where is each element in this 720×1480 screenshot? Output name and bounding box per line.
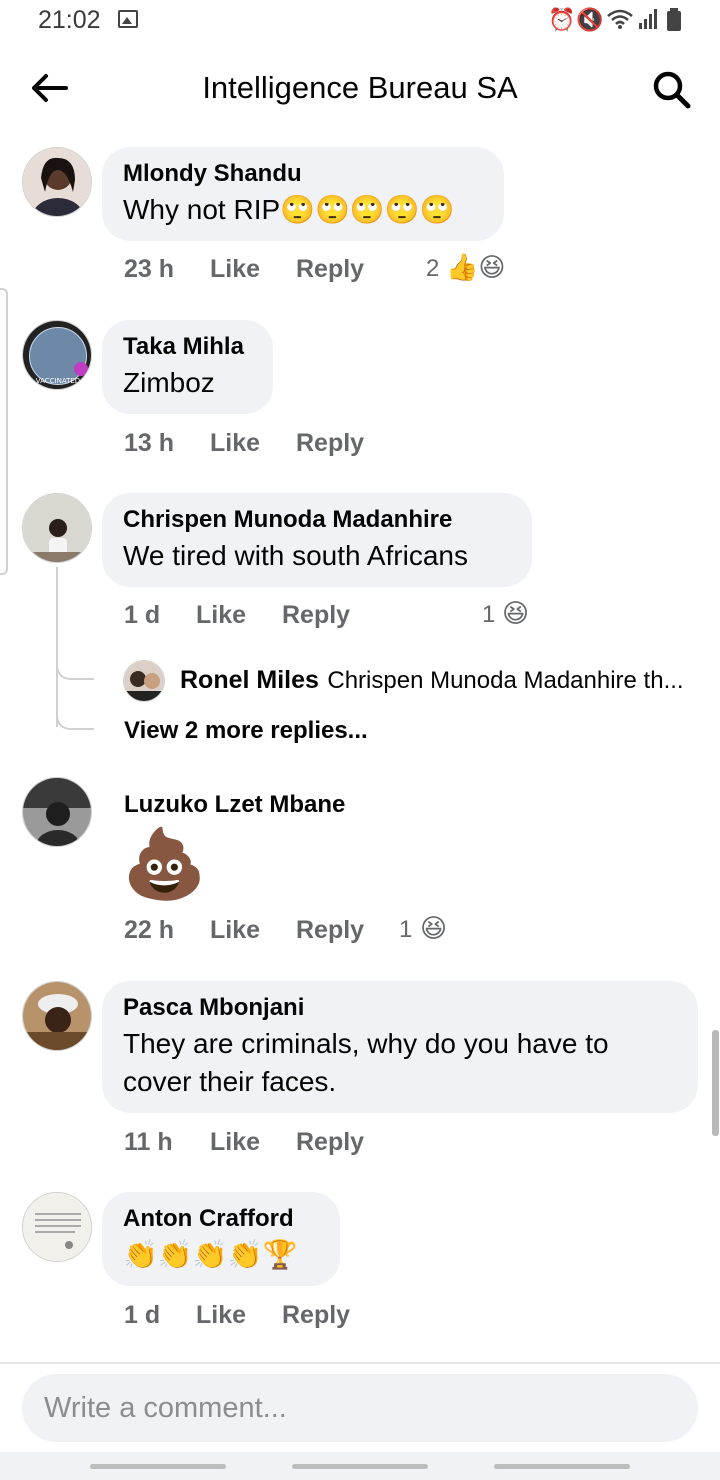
like-button[interactable]: Like: [210, 428, 260, 458]
reaction-count[interactable]: 1: [482, 600, 495, 630]
reply-button[interactable]: Reply: [282, 600, 350, 630]
comment-text: Zimboz: [123, 367, 215, 398]
comment-author[interactable]: Mlondy Shandu: [123, 159, 484, 189]
like-button[interactable]: Like: [210, 1127, 260, 1157]
alarm-icon: ⏰: [548, 7, 576, 32]
reply-preview[interactable]: Ronel Miles Chrispen Munoda Madanhire th…: [180, 666, 704, 698]
comment-author[interactable]: Luzuko Lzet Mbane: [124, 790, 345, 820]
avatar[interactable]: VACCINATED: [22, 320, 92, 390]
comment-time: 1 d: [124, 601, 161, 629]
thread-connector: [56, 690, 94, 730]
like-button[interactable]: Like: [196, 1300, 246, 1330]
like-haha-reaction-icons[interactable]: 👍😆: [446, 252, 505, 282]
nav-home-button[interactable]: [292, 1464, 428, 1469]
comment-time: 11 h: [124, 1128, 173, 1156]
search-icon: [653, 71, 691, 109]
reply-button[interactable]: Reply: [296, 428, 364, 458]
like-button[interactable]: Like: [196, 600, 246, 630]
reply-author[interactable]: Ronel Miles: [180, 666, 319, 694]
comment-author[interactable]: Pasca Mbonjani: [123, 993, 678, 1023]
comment-time: 13 h: [124, 429, 175, 457]
drawer-edge-handle[interactable]: [0, 288, 8, 575]
comment-actions: 13 h Like Reply: [124, 428, 424, 460]
avatar[interactable]: [22, 493, 92, 563]
comment-time: 23 h: [124, 255, 175, 283]
comment-bubble[interactable]: Anton Crafford 👏👏👏👏🏆: [102, 1192, 340, 1286]
comment-bubble[interactable]: Chrispen Munoda Madanhire We tired with …: [102, 493, 532, 587]
comment-input[interactable]: Write a comment...: [22, 1374, 698, 1442]
search-button[interactable]: [650, 68, 694, 112]
comment-text: Why not RIP🙄🙄🙄🙄🙄: [123, 194, 455, 225]
like-button[interactable]: Like: [210, 254, 260, 284]
wifi-icon: [606, 8, 634, 30]
thread-connector: [56, 640, 94, 680]
comment-text: We tired with south Africans: [123, 540, 468, 571]
signal-icon: [638, 8, 660, 30]
avatar[interactable]: [22, 1192, 92, 1262]
comment-actions: 1 d Like Reply: [124, 1300, 424, 1332]
reaction-count[interactable]: 1: [399, 915, 412, 945]
avatar[interactable]: [22, 147, 92, 217]
comment-actions: 22 h Like Reply 1 😆: [124, 913, 464, 947]
like-button[interactable]: Like: [210, 915, 260, 945]
comment-bubble[interactable]: Taka Mihla Zimboz: [102, 320, 273, 414]
status-time: 21:02: [38, 6, 101, 34]
comment-author[interactable]: Anton Crafford: [123, 1204, 320, 1234]
comment-bubble[interactable]: Mlondy Shandu Why not RIP🙄🙄🙄🙄🙄: [102, 147, 504, 241]
reaction-count[interactable]: 2: [426, 254, 439, 284]
mute-icon: 🔇: [576, 7, 604, 32]
comment-input-placeholder: Write a comment...: [44, 1392, 287, 1424]
comment-text: They are criminals, why do you have to c…: [123, 1028, 609, 1097]
comment-actions: 1 d Like Reply 1 😆: [124, 598, 544, 632]
comment-text: 👏👏👏👏🏆: [123, 1239, 298, 1270]
reply-text: Chrispen Munoda Madanhire th...: [327, 667, 684, 694]
reply-button[interactable]: Reply: [296, 254, 364, 284]
scrollbar-thumb[interactable]: [712, 1030, 719, 1136]
comment-author[interactable]: Taka Mihla: [123, 332, 253, 362]
haha-reaction-icon[interactable]: 😆: [420, 913, 447, 943]
svg-text:VACCINATED: VACCINATED: [36, 377, 80, 385]
nav-back-button[interactable]: [494, 1464, 630, 1469]
comment-time: 22 h: [124, 916, 175, 944]
view-more-replies-link[interactable]: View 2 more replies...: [124, 717, 368, 745]
comment-bubble[interactable]: Pasca Mbonjani They are criminals, why d…: [102, 981, 698, 1113]
avatar[interactable]: [22, 777, 92, 847]
reply-button[interactable]: Reply: [296, 915, 364, 945]
poop-emoji-sticker[interactable]: 💩: [122, 822, 207, 906]
comment-actions: 11 h Like Reply: [124, 1127, 424, 1159]
avatar[interactable]: [123, 660, 165, 702]
haha-reaction-icon[interactable]: 😆: [502, 598, 529, 628]
page-title: Intelligence Bureau SA: [202, 70, 518, 105]
divider: [0, 1362, 720, 1364]
gallery-notification-icon: [118, 10, 138, 28]
reply-button[interactable]: Reply: [296, 1127, 364, 1157]
comment-time: 1 d: [124, 1301, 161, 1329]
reply-button[interactable]: Reply: [282, 1300, 350, 1330]
comment-actions: 23 h Like Reply 2 👍😆: [124, 252, 544, 286]
comment-author[interactable]: Chrispen Munoda Madanhire: [123, 505, 512, 535]
nav-recents-button[interactable]: [90, 1464, 226, 1469]
avatar[interactable]: [22, 981, 92, 1051]
battery-icon: [666, 8, 682, 32]
